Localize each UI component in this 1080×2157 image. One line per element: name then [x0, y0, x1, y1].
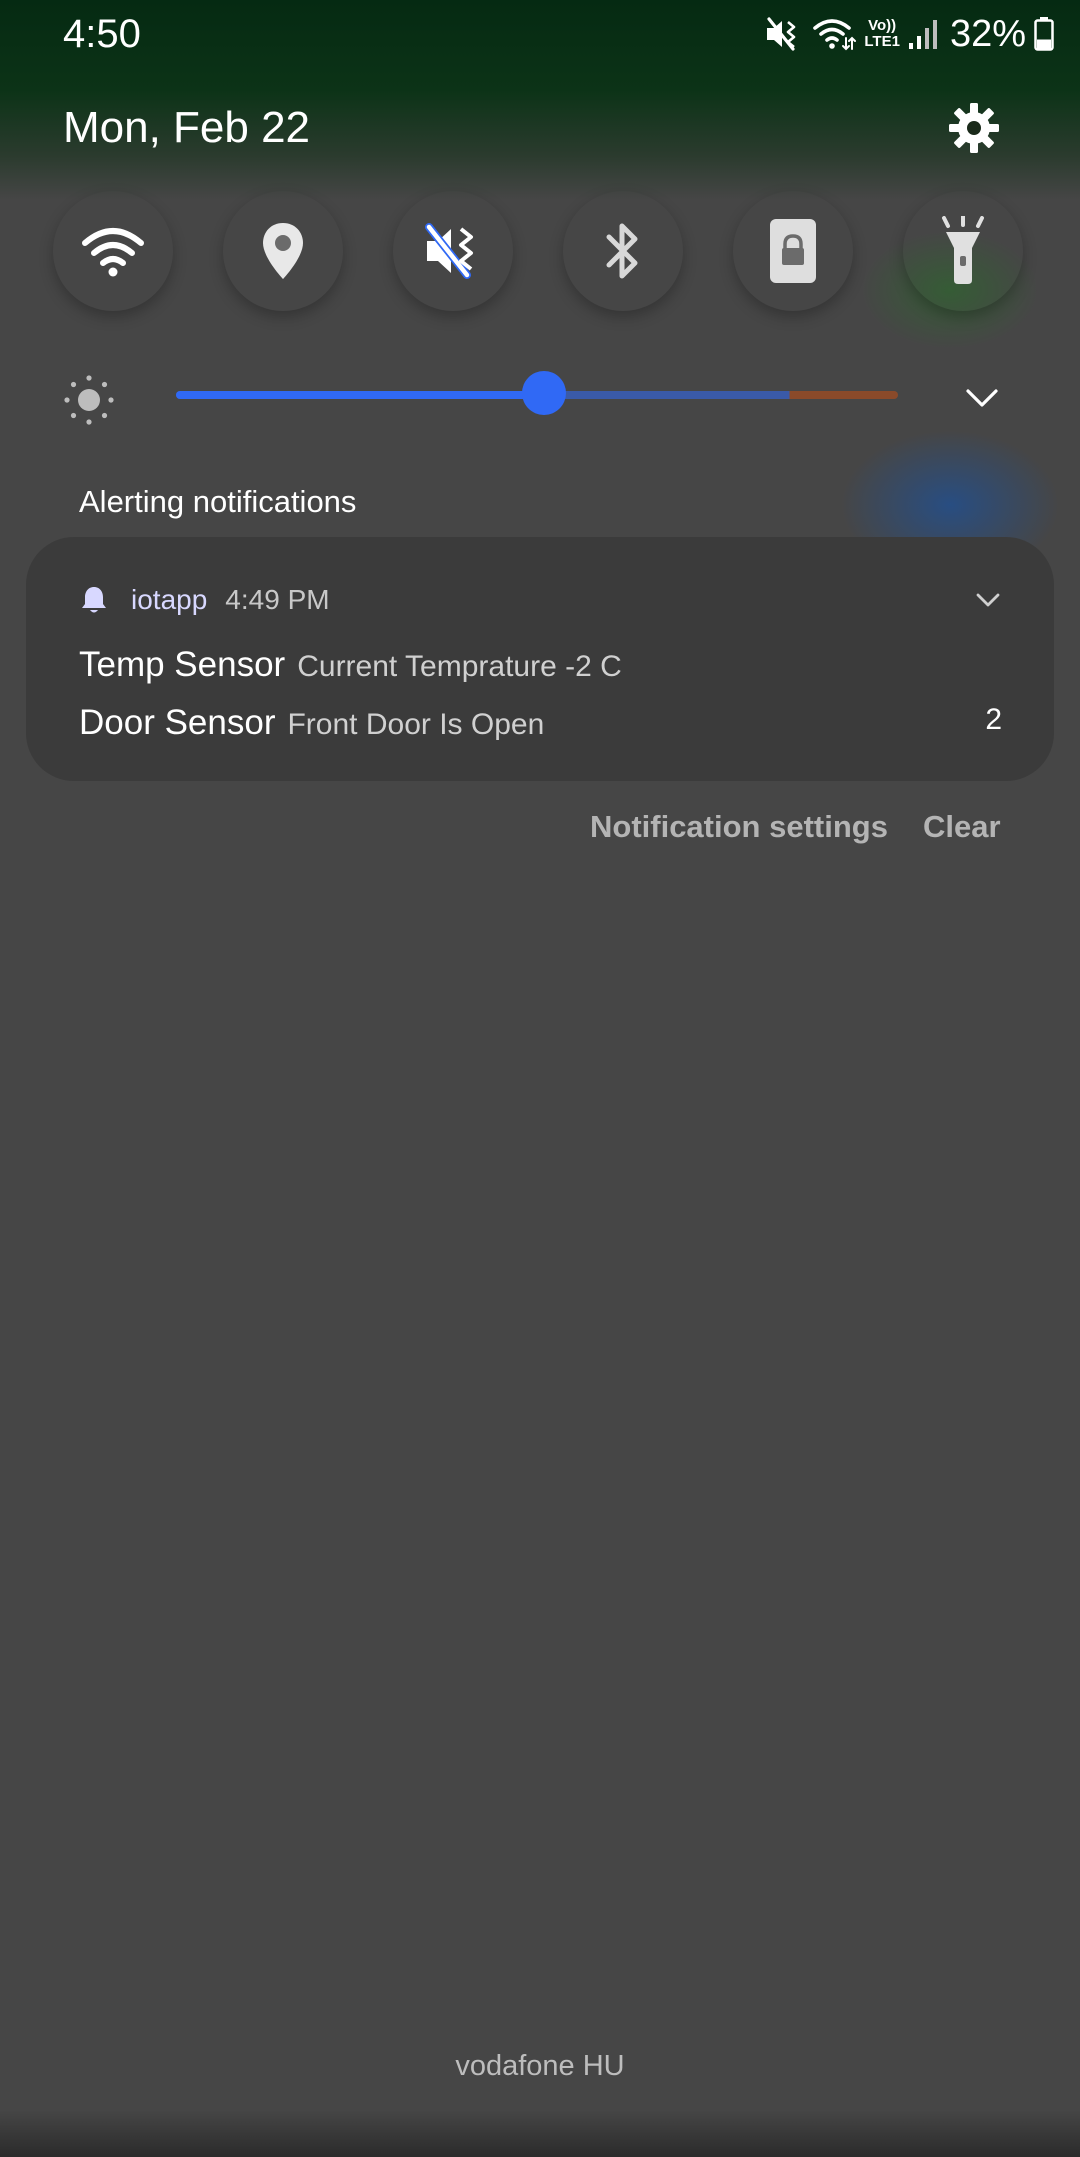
- chevron-down-icon[interactable]: [972, 584, 1004, 616]
- notification-title: Door Sensor: [79, 703, 276, 742]
- location-toggle[interactable]: [223, 191, 343, 311]
- wifi-toggle[interactable]: [53, 191, 173, 311]
- notification-header: iotapp 4:49 PM: [79, 580, 330, 620]
- location-pin-icon: [263, 223, 303, 279]
- gear-icon[interactable]: [946, 100, 1002, 156]
- status-time: 4:50: [63, 12, 141, 56]
- status-icons: Vo)) LTE1 32%: [764, 8, 1054, 60]
- volte-bottom-label: LTE1: [864, 33, 900, 50]
- app-name: iotapp: [131, 584, 208, 615]
- battery-icon: [1034, 17, 1054, 51]
- volte-top-label: Vo)): [868, 17, 897, 34]
- sun-icon: [64, 375, 114, 425]
- flashlight-toggle[interactable]: [903, 191, 1023, 311]
- carrier-label: vodafone HU: [455, 2050, 625, 2082]
- bottom-fade: [0, 2110, 1080, 2157]
- wifi-icon: [82, 228, 144, 277]
- notification-card[interactable]: iotapp 4:49 PM Temp Sensor Current Tempr…: [26, 537, 1054, 781]
- notification-settings-button[interactable]: Notification settings: [590, 805, 888, 849]
- brightness-slider[interactable]: [176, 371, 898, 415]
- date-label: Mon, Feb 22: [63, 103, 311, 152]
- chevron-down-icon[interactable]: [962, 378, 1002, 418]
- brightness-thumb[interactable]: [522, 371, 567, 415]
- wifi-icon: [813, 19, 857, 51]
- screen-lock-icon: [770, 219, 816, 283]
- section-label: Alerting notifications: [79, 484, 357, 519]
- signal-icon: [908, 20, 937, 49]
- notification-title: Temp Sensor: [79, 645, 286, 684]
- bluetooth-toggle[interactable]: [563, 191, 683, 311]
- notification-body: Current Temprature -2 C: [297, 650, 622, 683]
- flashlight-icon: [942, 216, 984, 284]
- notification-body: Front Door Is Open: [287, 708, 545, 741]
- volte-icon: Vo)) LTE1: [864, 18, 900, 50]
- brightness-fill: [176, 391, 545, 399]
- notification-count: 2: [985, 703, 1002, 736]
- notification-item[interactable]: Temp Sensor Current Temprature -2 C: [79, 645, 622, 685]
- sound-toggle[interactable]: [393, 191, 513, 311]
- bell-icon: [82, 587, 106, 613]
- clear-button[interactable]: Clear: [923, 805, 1001, 849]
- quick-settings-toggles: [53, 191, 1023, 311]
- notification-time: 4:49 PM: [225, 584, 330, 615]
- bluetooth-icon: [606, 223, 638, 279]
- notification-item[interactable]: Door Sensor Front Door Is Open: [79, 703, 544, 743]
- battery-percent: 32%: [949, 12, 1026, 55]
- mute-vibrate-icon: [425, 223, 473, 279]
- screen-lock-toggle[interactable]: [733, 191, 853, 311]
- mute-vibrate-icon: [767, 17, 796, 51]
